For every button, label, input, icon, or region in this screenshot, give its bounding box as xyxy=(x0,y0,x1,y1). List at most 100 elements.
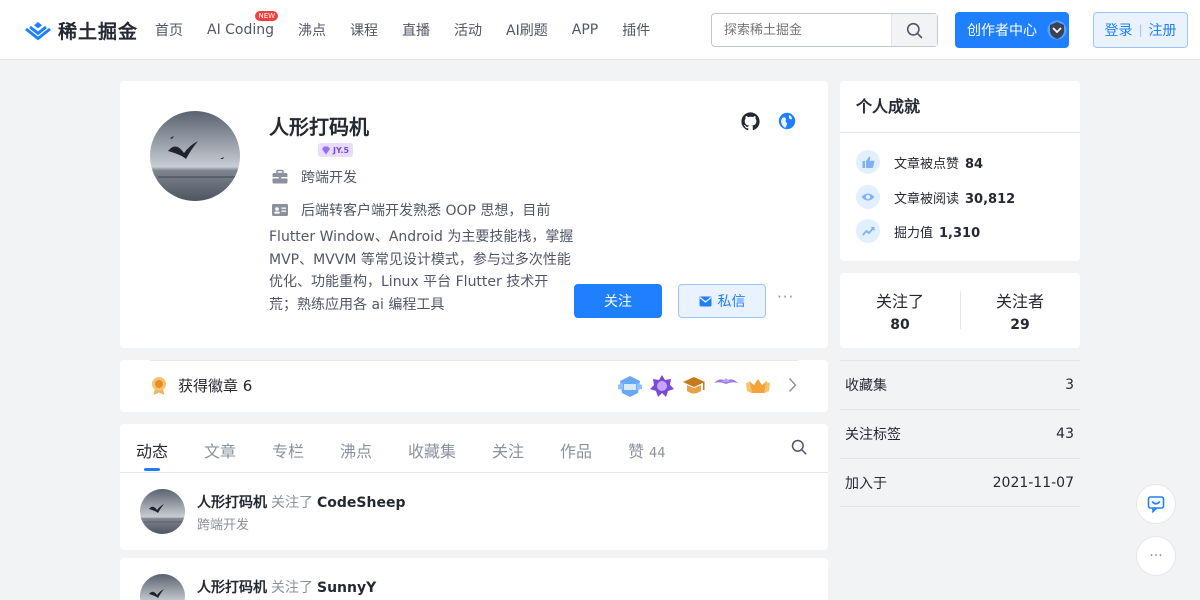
activity-user-name[interactable]: 人形打码机 xyxy=(197,580,267,596)
bio-row: 后端转客户端开发熟悉 OOP 思想，目前 xyxy=(271,200,550,220)
avatar-image xyxy=(150,111,240,201)
achievement-label: 文章被阅读 xyxy=(894,191,960,207)
main-nav: 首页 AI Coding NEW 沸点 课程 直播 活动 AI刷题 APP 插件 xyxy=(155,0,674,60)
user-avatar[interactable] xyxy=(150,111,240,201)
nav-item-ai-coding[interactable]: AI Coding NEW xyxy=(207,11,279,38)
badge-icon xyxy=(683,377,705,394)
mail-icon xyxy=(699,296,711,306)
feedback-button[interactable] xyxy=(1136,484,1176,524)
search-input[interactable] xyxy=(712,14,890,46)
more-float-button[interactable]: ··· xyxy=(1136,536,1176,576)
nav-item-courses[interactable]: 课程 xyxy=(350,20,378,40)
stat-label: 关注标签 xyxy=(845,427,901,443)
thumbs-up-icon xyxy=(856,150,880,174)
login-link[interactable]: 登录 xyxy=(1104,20,1132,40)
achievement-label: 文章被点赞 xyxy=(894,156,960,172)
followers-label: 关注者 xyxy=(995,292,1044,311)
followers-stat[interactable]: 关注者 29 xyxy=(960,288,1080,333)
tab-collections[interactable]: 收藏集 xyxy=(408,438,456,462)
achievement-row: 文章被点赞 84 xyxy=(856,150,983,174)
tab-pins[interactable]: 沸点 xyxy=(340,438,372,462)
creator-center-button[interactable]: 创作者中心 xyxy=(955,12,1069,48)
achievement-row: 文章被阅读 30,812 xyxy=(856,185,1015,209)
job-row: 跨端开发 xyxy=(271,167,357,187)
bio-first-line: 后端转客户端开发熟悉 OOP 思想，目前 xyxy=(301,203,551,219)
creator-dropdown-icon[interactable] xyxy=(1045,12,1069,48)
badges-card[interactable]: 获得徽章 6 xyxy=(120,360,828,412)
globe-icon[interactable] xyxy=(778,112,796,130)
more-options-button[interactable]: ··· xyxy=(777,288,794,306)
id-card-icon xyxy=(272,204,288,216)
creator-center-label: 创作者中心 xyxy=(967,23,1037,39)
search-icon[interactable] xyxy=(791,439,807,455)
nav-item-plugins[interactable]: 插件 xyxy=(622,20,650,40)
login-register-button[interactable]: 登录 | 注册 xyxy=(1093,12,1188,48)
nav-item-ai-practice[interactable]: AI刷题 xyxy=(506,20,548,40)
activity-verb: 关注了 xyxy=(271,495,313,511)
user-level-badge[interactable]: JY.5 xyxy=(318,143,354,157)
juejin-logo-icon xyxy=(25,21,51,40)
nav-item-live[interactable]: 直播 xyxy=(402,20,430,40)
activity-target-user[interactable]: CodeSheep xyxy=(317,495,405,511)
achievements-card: 个人成就 文章被点赞 84 文章被阅读 30,812 掘力值 1,310 xyxy=(840,81,1080,261)
activity-target-user[interactable]: SunnyY xyxy=(317,580,376,596)
activity-avatar[interactable] xyxy=(140,489,185,534)
top-header: 稀土掘金 首页 AI Coding NEW 沸点 课程 直播 活动 AI刷题 A… xyxy=(0,0,1200,60)
tab-columns[interactable]: 专栏 xyxy=(272,438,304,462)
chevron-right-icon[interactable] xyxy=(788,377,797,393)
stat-row-joined: 加入于 2021-11-07 xyxy=(840,458,1080,507)
badges-title: 获得徽章 6 xyxy=(150,375,252,396)
register-link[interactable]: 注册 xyxy=(1149,20,1177,40)
gem-icon xyxy=(322,146,330,154)
social-links xyxy=(741,112,796,131)
chat-icon xyxy=(1147,496,1165,513)
tab-likes-label: 赞 xyxy=(628,442,645,461)
achievement-value: 30,812 xyxy=(965,191,1016,207)
search-button[interactable] xyxy=(891,14,937,46)
site-logo[interactable]: 稀土掘金 xyxy=(24,17,138,44)
activity-user-name[interactable]: 人形打码机 xyxy=(197,495,267,511)
stat-row-collections[interactable]: 收藏集 3 xyxy=(840,360,1080,409)
tab-activity[interactable]: 动态 xyxy=(136,438,168,462)
search-icon xyxy=(906,22,923,38)
follow-button[interactable]: 关注 xyxy=(574,284,662,318)
badge-icon xyxy=(746,379,770,393)
profile-username: 人形打码机 xyxy=(269,115,369,139)
profile-card: 人形打码机 JY.5 跨端开发 后端转客户端开发熟悉 OOP 思想，目前 Flu… xyxy=(120,81,828,348)
trend-up-icon xyxy=(856,219,880,243)
tab-works[interactable]: 作品 xyxy=(560,438,592,462)
activity-item: 人形打码机 关注了 SunnyY xyxy=(120,558,828,600)
nav-item-app[interactable]: APP xyxy=(572,22,598,38)
stat-value: 43 xyxy=(1056,426,1074,442)
search-box xyxy=(711,13,938,47)
following-stat[interactable]: 关注了 80 xyxy=(840,288,960,333)
new-badge: NEW xyxy=(255,11,279,21)
tab-articles[interactable]: 文章 xyxy=(204,438,236,462)
stat-value: 3 xyxy=(1065,377,1074,393)
activity-subtitle: 跨端开发 xyxy=(197,518,250,533)
tab-likes-count: 44 xyxy=(649,446,666,461)
badge-icon xyxy=(650,375,674,397)
message-label: 私信 xyxy=(717,294,746,310)
nav-item-events[interactable]: 活动 xyxy=(454,20,482,40)
badge-icon xyxy=(618,376,642,397)
nav-item-home[interactable]: 首页 xyxy=(155,20,183,40)
nav-item-pins[interactable]: 沸点 xyxy=(298,20,326,40)
achievement-value: 1,310 xyxy=(939,225,981,241)
tab-likes[interactable]: 赞 44 xyxy=(628,438,666,462)
stat-row-tags[interactable]: 关注标签 43 xyxy=(840,409,1080,458)
github-icon[interactable] xyxy=(741,112,760,131)
message-button[interactable]: 私信 xyxy=(678,284,766,318)
followers-count: 29 xyxy=(1010,317,1030,333)
shield-chevron-icon xyxy=(1047,20,1067,40)
achievement-row: 掘力值 1,310 xyxy=(856,219,980,243)
following-count: 80 xyxy=(890,317,910,333)
briefcase-icon xyxy=(272,169,288,184)
follow-stats-card: 关注了 80 关注者 29 xyxy=(840,273,1080,348)
divider xyxy=(150,360,798,361)
activity-avatar[interactable] xyxy=(140,574,185,600)
achievements-title: 个人成就 xyxy=(840,81,1080,133)
nav-item-label: AI Coding xyxy=(207,22,275,38)
tab-following[interactable]: 关注 xyxy=(492,438,524,462)
stat-value: 2021-11-07 xyxy=(992,474,1074,491)
